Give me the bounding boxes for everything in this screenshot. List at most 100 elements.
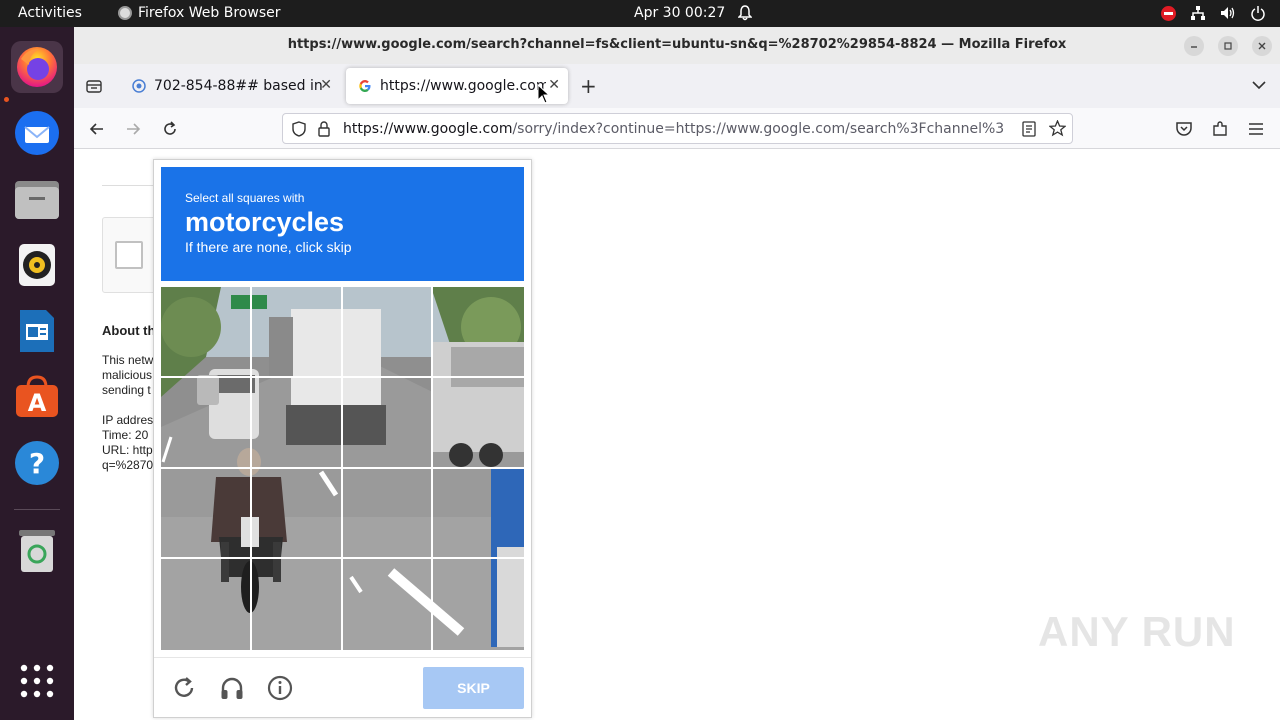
trash-icon <box>19 530 55 572</box>
reload-challenge-icon[interactable] <box>171 675 197 701</box>
volume-icon <box>1221 7 1235 19</box>
dock-app-center[interactable]: A <box>11 371 63 423</box>
new-tab-button[interactable]: + <box>580 74 597 98</box>
info-line-2: malicious <box>102 368 153 382</box>
challenge-target: motorcycles <box>185 207 345 237</box>
app-grid-icon <box>20 664 54 698</box>
grid-tile[interactable] <box>161 559 252 650</box>
firefox-view-icon[interactable] <box>86 78 102 94</box>
power-icon <box>1251 6 1265 21</box>
grid-tile[interactable] <box>161 377 252 469</box>
url-bar[interactable]: https://www.google.com/sorry/index?conti… <box>282 113 1073 144</box>
info-line-3: sending t <box>102 383 151 397</box>
grid-tile[interactable] <box>433 469 524 560</box>
dock-trash[interactable] <box>11 525 63 577</box>
tab-label: 702-854-88## based in L <box>154 78 322 94</box>
writer-icon <box>20 310 54 352</box>
reader-view-icon[interactable] <box>1022 121 1036 137</box>
dock-files[interactable] <box>11 173 63 225</box>
grid-tile[interactable] <box>251 377 343 469</box>
skip-button[interactable]: SKIP <box>423 667 524 709</box>
reload-icon[interactable] <box>161 120 179 138</box>
pocket-icon[interactable] <box>1175 120 1193 138</box>
top-bar: Activities Firefox Web Browser Apr 30 00… <box>0 0 1280 27</box>
folder-icon <box>15 181 59 219</box>
window-title: https://www.google.com/search?channel=fs… <box>287 37 1067 52</box>
challenge-instruction: Select all squares with <box>185 191 305 205</box>
firefox-icon <box>17 47 57 87</box>
grid-tile[interactable] <box>251 468 343 560</box>
firefox-small-icon <box>118 6 132 20</box>
audio-challenge-icon[interactable] <box>219 675 245 701</box>
tab-phone-lookup[interactable]: 702-854-88## based in L ✕ <box>120 68 340 104</box>
grid-tile[interactable] <box>251 287 343 378</box>
close-window-button[interactable] <box>1252 36 1272 56</box>
grid-tile[interactable] <box>161 287 252 378</box>
recaptcha-challenge: Select all squares with motorcycles If t… <box>153 159 532 718</box>
mouse-cursor-icon <box>537 84 551 104</box>
window-titlebar[interactable]: https://www.google.com/search?channel=fs… <box>74 27 1280 64</box>
dock-rhythmbox[interactable] <box>11 239 63 291</box>
google-favicon-icon <box>359 80 371 92</box>
restore-icon <box>1224 42 1232 50</box>
grid-tile[interactable] <box>342 377 434 469</box>
close-icon <box>1258 42 1266 50</box>
dock-show-apps[interactable] <box>11 655 63 707</box>
site-favicon-icon <box>132 79 146 93</box>
bell-icon <box>738 5 752 21</box>
do-not-disturb-icon <box>1161 5 1176 21</box>
tab-label: https://www.google.com <box>380 78 546 94</box>
grid-tile[interactable] <box>433 559 524 650</box>
extensions-icon[interactable] <box>1211 120 1229 138</box>
activities-button[interactable]: Activities <box>18 5 82 21</box>
query-line: q=%2870 <box>102 458 154 472</box>
network-icon <box>1191 6 1205 20</box>
grid-tile[interactable] <box>161 468 252 560</box>
dock-help[interactable]: ? <box>11 437 63 489</box>
challenge-footer: SKIP <box>154 657 531 717</box>
url-host: https://www.google.com <box>343 121 513 137</box>
system-tray[interactable] <box>1161 5 1266 21</box>
grid-tile[interactable] <box>433 287 524 378</box>
help-icon: ? <box>15 441 59 485</box>
url-path: /sorry/index?continue=https://www.google… <box>512 121 1005 137</box>
app-menu[interactable]: Firefox Web Browser <box>118 5 281 21</box>
svg-text:?: ? <box>29 447 45 480</box>
dock-thunderbird[interactable] <box>11 107 63 159</box>
url-line: URL: http <box>102 443 153 457</box>
hamburger-menu-icon[interactable] <box>1247 120 1265 138</box>
grid-tile[interactable] <box>342 468 434 560</box>
grid-tile[interactable] <box>252 559 343 650</box>
forward-arrow-icon[interactable] <box>124 120 142 138</box>
dock-separator <box>14 509 60 510</box>
rhythmbox-icon <box>19 244 55 286</box>
minimize-icon <box>1191 46 1197 48</box>
list-tabs-icon[interactable] <box>1252 80 1266 90</box>
minimize-button[interactable] <box>1184 36 1204 56</box>
recaptcha-checkbox[interactable] <box>115 241 143 269</box>
shield-icon[interactable] <box>291 121 307 137</box>
info-icon[interactable] <box>267 675 293 701</box>
time-line: Time: 20 <box>102 428 149 442</box>
url-text[interactable]: https://www.google.com/sorry/index?conti… <box>343 121 1013 137</box>
dock-writer[interactable] <box>11 305 63 357</box>
grid-tile[interactable] <box>343 559 434 650</box>
maximize-button[interactable] <box>1218 36 1238 56</box>
tab-close-button[interactable]: ✕ <box>320 77 332 93</box>
grid-tile[interactable] <box>433 378 524 469</box>
bookmark-star-icon[interactable] <box>1049 120 1066 137</box>
lock-icon[interactable] <box>317 121 331 137</box>
challenge-header: Select all squares with motorcycles If t… <box>161 167 524 281</box>
grid-tile[interactable] <box>342 287 434 378</box>
challenge-hint: If there are none, click skip <box>185 239 352 255</box>
back-arrow-icon[interactable] <box>88 120 106 138</box>
app-name: Firefox Web Browser <box>138 5 281 21</box>
ip-address-line: IP addres <box>102 413 154 427</box>
dock-firefox[interactable] <box>11 41 63 93</box>
navigation-bar: https://www.google.com/sorry/index?conti… <box>74 108 1280 149</box>
watermark-logo: ANY RUN <box>1038 608 1236 655</box>
clock[interactable]: Apr 30 00:27 <box>634 5 725 21</box>
tab-google[interactable]: https://www.google.com ✕ <box>346 68 568 104</box>
running-indicator <box>4 97 9 102</box>
info-line-1: This netw <box>102 353 154 367</box>
